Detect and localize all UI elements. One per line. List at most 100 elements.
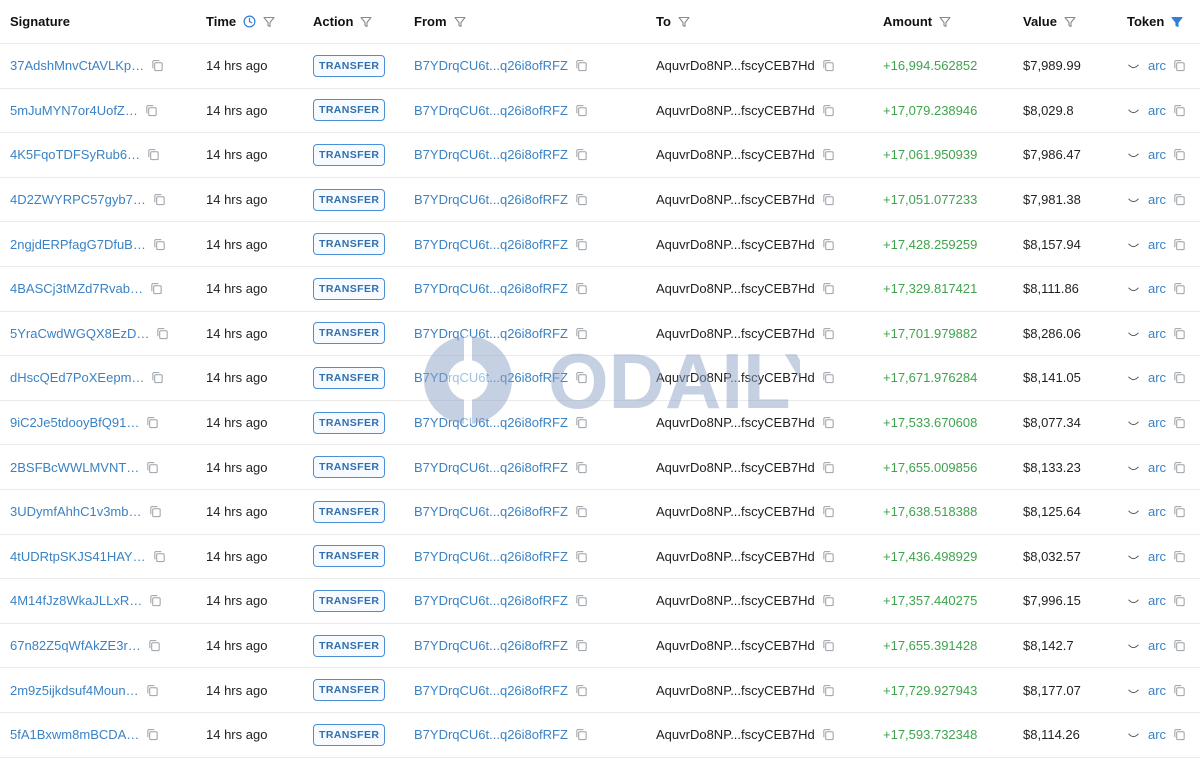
signature-link[interactable]: 2m9z5ijkdsuf4Moun… [10,683,139,698]
copy-icon[interactable] [1173,59,1186,72]
copy-icon[interactable] [575,416,588,429]
copy-icon[interactable] [575,371,588,384]
signature-link[interactable]: 3UDymfAhhC1v3mb… [10,504,142,519]
copy-icon[interactable] [1173,238,1186,251]
from-address-link[interactable]: B7YDrqCU6t...q26i8ofRFZ [414,415,568,430]
copy-icon[interactable] [151,371,164,384]
value-filter-icon[interactable] [1064,16,1076,28]
signature-link[interactable]: 2ngjdERPfagG7DfuB… [10,237,146,252]
copy-icon[interactable] [1173,371,1186,384]
from-address-link[interactable]: B7YDrqCU6t...q26i8ofRFZ [414,326,568,341]
signature-link[interactable]: 2BSFBcWWLMVNT… [10,460,139,475]
copy-icon[interactable] [156,327,169,340]
action-filter-icon[interactable] [360,16,373,28]
from-address-link[interactable]: B7YDrqCU6t...q26i8ofRFZ [414,58,568,73]
token-link[interactable]: arc [1148,593,1166,608]
token-link[interactable]: arc [1148,727,1166,742]
token-link[interactable]: arc [1148,683,1166,698]
copy-icon[interactable] [146,684,159,697]
copy-icon[interactable] [822,148,835,161]
token-link[interactable]: arc [1148,504,1166,519]
from-address-link[interactable]: B7YDrqCU6t...q26i8ofRFZ [414,147,568,162]
copy-icon[interactable] [146,728,159,741]
clock-icon[interactable] [243,15,256,28]
signature-link[interactable]: 4D2ZWYRPC57gyb7… [10,192,146,207]
token-link[interactable]: arc [1148,638,1166,653]
copy-icon[interactable] [575,684,588,697]
token-link[interactable]: arc [1148,237,1166,252]
copy-icon[interactable] [822,371,835,384]
copy-icon[interactable] [575,728,588,741]
copy-icon[interactable] [153,550,166,563]
copy-icon[interactable] [822,59,835,72]
copy-icon[interactable] [153,238,166,251]
copy-icon[interactable] [575,148,588,161]
copy-icon[interactable] [822,282,835,295]
copy-icon[interactable] [1173,684,1186,697]
signature-link[interactable]: 67n82Z5qWfAkZE3r… [10,638,141,653]
token-link[interactable]: arc [1148,415,1166,430]
signature-link[interactable]: 5fA1Bxwm8mBCDA… [10,727,139,742]
copy-icon[interactable] [822,461,835,474]
copy-icon[interactable] [575,327,588,340]
token-link[interactable]: arc [1148,370,1166,385]
copy-icon[interactable] [575,639,588,652]
copy-icon[interactable] [151,59,164,72]
copy-icon[interactable] [1173,148,1186,161]
copy-icon[interactable] [822,505,835,518]
copy-icon[interactable] [822,594,835,607]
token-link[interactable]: arc [1148,147,1166,162]
copy-icon[interactable] [1173,104,1186,117]
copy-icon[interactable] [575,282,588,295]
copy-icon[interactable] [1173,193,1186,206]
token-link[interactable]: arc [1148,326,1166,341]
copy-icon[interactable] [150,282,163,295]
copy-icon[interactable] [147,148,160,161]
copy-icon[interactable] [822,104,835,117]
copy-icon[interactable] [822,327,835,340]
copy-icon[interactable] [1173,505,1186,518]
signature-link[interactable]: 4tUDRtpSKJS41HAY… [10,549,146,564]
copy-icon[interactable] [575,238,588,251]
from-address-link[interactable]: B7YDrqCU6t...q26i8ofRFZ [414,237,568,252]
copy-icon[interactable] [1173,416,1186,429]
from-address-link[interactable]: B7YDrqCU6t...q26i8ofRFZ [414,683,568,698]
token-link[interactable]: arc [1148,192,1166,207]
copy-icon[interactable] [1173,639,1186,652]
from-address-link[interactable]: B7YDrqCU6t...q26i8ofRFZ [414,593,568,608]
copy-icon[interactable] [822,639,835,652]
copy-icon[interactable] [149,505,162,518]
signature-link[interactable]: 5YraCwdWGQX8EzD… [10,326,149,341]
copy-icon[interactable] [575,59,588,72]
copy-icon[interactable] [822,238,835,251]
token-filter-icon[interactable] [1171,16,1183,28]
copy-icon[interactable] [146,461,159,474]
from-address-link[interactable]: B7YDrqCU6t...q26i8ofRFZ [414,504,568,519]
signature-link[interactable]: dHscQEd7PoXEepm… [10,370,144,385]
from-address-link[interactable]: B7YDrqCU6t...q26i8ofRFZ [414,370,568,385]
copy-icon[interactable] [822,550,835,563]
signature-link[interactable]: 4BASCj3tMZd7Rvab… [10,281,143,296]
copy-icon[interactable] [149,594,162,607]
copy-icon[interactable] [146,416,159,429]
to-filter-icon[interactable] [678,16,690,28]
token-link[interactable]: arc [1148,103,1166,118]
copy-icon[interactable] [822,684,835,697]
copy-icon[interactable] [1173,282,1186,295]
token-link[interactable]: arc [1148,281,1166,296]
signature-link[interactable]: 9iC2Je5tdooyBfQ91… [10,415,139,430]
copy-icon[interactable] [822,193,835,206]
from-address-link[interactable]: B7YDrqCU6t...q26i8ofRFZ [414,281,568,296]
copy-icon[interactable] [1173,728,1186,741]
copy-icon[interactable] [575,550,588,563]
copy-icon[interactable] [1173,461,1186,474]
from-address-link[interactable]: B7YDrqCU6t...q26i8ofRFZ [414,638,568,653]
from-address-link[interactable]: B7YDrqCU6t...q26i8ofRFZ [414,192,568,207]
signature-link[interactable]: 5mJuMYN7or4UofZ… [10,103,138,118]
from-address-link[interactable]: B7YDrqCU6t...q26i8ofRFZ [414,460,568,475]
from-address-link[interactable]: B7YDrqCU6t...q26i8ofRFZ [414,727,568,742]
copy-icon[interactable] [1173,550,1186,563]
from-address-link[interactable]: B7YDrqCU6t...q26i8ofRFZ [414,549,568,564]
copy-icon[interactable] [575,104,588,117]
copy-icon[interactable] [1173,594,1186,607]
